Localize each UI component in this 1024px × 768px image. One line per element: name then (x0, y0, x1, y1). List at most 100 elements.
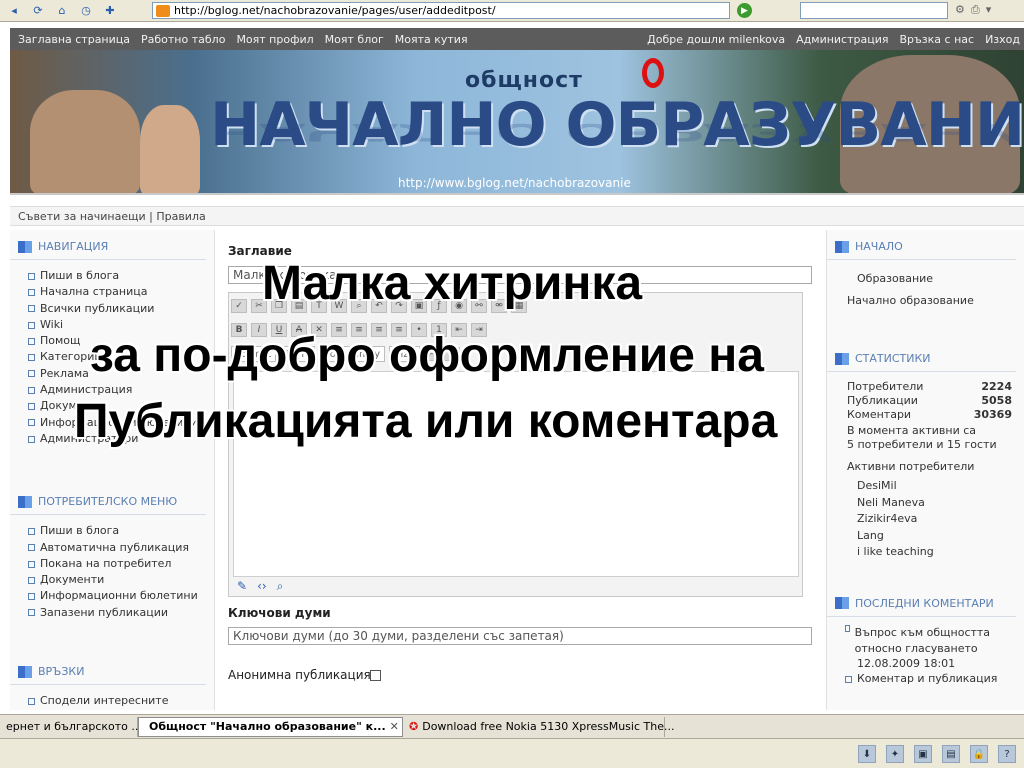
active-users-title: Активни потребители (847, 460, 975, 473)
list-item[interactable]: DesiMil (857, 478, 1024, 495)
stats-header: СТАТИСТИКИ (827, 342, 1016, 372)
caption-line-2: за по-добро оформление на (90, 329, 764, 382)
active-users-list: DesiMil Neli Maneva Zizikir4eva Lang i l… (827, 478, 1024, 561)
browser-tabs: ернет и българското ... Общност "Начално… (0, 714, 1024, 738)
start-link-primary[interactable]: Начално образование (827, 290, 1024, 312)
search-input[interactable] (800, 2, 948, 19)
keywords-input[interactable]: Ключови думи (до 30 думи, разделени със … (228, 627, 812, 645)
preview-icon[interactable]: ⌕ (277, 579, 284, 594)
site-banner: общност НАЧАЛНО ОБРАЗУВАНИЕ НАЧАЛНО ОБРА… (10, 50, 1024, 195)
nokia-favicon-icon: ✪ (409, 720, 419, 733)
comment-date: 12.08.2009 18:01 (857, 657, 956, 671)
nav-blog[interactable]: Моят блог (325, 33, 384, 46)
stat-posts: Публикации 5058 (847, 394, 1012, 407)
nav-admin[interactable]: Администрация (796, 33, 888, 46)
caption-line-1: Малка хитринка (262, 257, 643, 310)
active-now-text: В момента активни са (847, 424, 977, 437)
monitor-icon[interactable]: ▤ (942, 745, 960, 763)
network-icon[interactable]: ▣ (914, 745, 932, 763)
refresh-icon[interactable]: ⟳ (28, 3, 48, 19)
list-item[interactable]: Всички публикации (28, 301, 214, 317)
tools-icon[interactable]: ⚙ (955, 3, 965, 17)
menu-icon[interactable]: ▾ (986, 3, 992, 17)
comment-link[interactable]: Коментар и публикация (845, 671, 1024, 687)
close-tab-icon[interactable]: ✕ (390, 720, 399, 733)
help-icon[interactable]: ? (998, 745, 1016, 763)
banner-photo-kid (140, 105, 200, 193)
right-sidebar: НАЧАЛО Образование Начално образование С… (826, 230, 1024, 710)
comments-header: ПОСЛЕДНИ КОМЕНТАРИ (827, 587, 1016, 617)
nav-profile[interactable]: Моят профил (236, 33, 313, 46)
address-bar[interactable]: http://bglog.net/nachobrazovanie/pages/u… (152, 2, 730, 19)
banner-title-reflection: НАЧАЛНО ОБРАЗУВАНИЕ (210, 118, 1024, 146)
list-item[interactable]: Запазени публикации (28, 605, 214, 621)
list-item[interactable]: Пиши в блога (28, 523, 214, 539)
welcome-text: Добре дошли milenkova (647, 32, 786, 46)
print-icon[interactable]: ⎙ (971, 3, 980, 17)
stat-users: Потребители 2224 (847, 380, 1012, 393)
block-icon (835, 597, 849, 609)
status-bar: ⬇ ✦ ▣ ▤ 🔒 ? (0, 738, 1024, 768)
user-menu-list: Пиши в блога Автоматична публикация Пока… (10, 523, 214, 621)
active-counts: 5 потребители и 15 гости (847, 438, 997, 451)
list-item[interactable]: Автоматична публикация (28, 540, 214, 556)
bookmark-icon[interactable]: ✚ (100, 3, 120, 19)
start-header: НАЧАЛО (827, 230, 1016, 260)
nav-inbox[interactable]: Моята кутия (395, 33, 468, 46)
spellcheck-icon[interactable]: ✓ (231, 299, 247, 313)
home-icon[interactable]: ⌂ (52, 3, 72, 19)
links-list: Сподели интересните (10, 693, 214, 709)
address-text: http://bglog.net/nachobrazovanie/pages/u… (174, 4, 496, 17)
editor-footer: ✎ ‹› ⌕ (237, 579, 283, 594)
anonymous-checkbox[interactable] (370, 670, 381, 681)
left-sidebar: НАВИГАЦИЯ Пиши в блога Начална страница … (10, 230, 215, 710)
addon-icon[interactable]: ✦ (886, 745, 904, 763)
comment-link[interactable]: Въпрос към общността относно гласуването (845, 625, 995, 658)
nav-dashboard[interactable]: Работно табло (141, 33, 225, 46)
block-icon (18, 240, 32, 253)
html-source-icon[interactable]: ‹› (257, 579, 267, 594)
block-icon (835, 352, 849, 365)
stat-comments: Коментари 30369 (847, 408, 1012, 421)
caption-line-3: Публикацията или коментара (74, 395, 778, 448)
banner-photo-kids-left (30, 90, 140, 193)
list-item[interactable]: Покана на потребител (28, 556, 214, 572)
tab-1[interactable]: ернет и българското ... (0, 716, 142, 737)
navigation-header: НАВИГАЦИЯ (10, 230, 206, 260)
block-icon (18, 665, 32, 678)
pencil-icon[interactable]: ✎ (237, 579, 247, 594)
status-icons: ⬇ ✦ ▣ ▤ 🔒 ? (858, 745, 1016, 763)
start-link-education[interactable]: Образование (827, 268, 1024, 290)
nav-contact[interactable]: Връзка с нас (900, 33, 975, 46)
keywords-label: Ключови думи (228, 606, 331, 620)
banner-red-o (642, 58, 664, 88)
history-icon[interactable]: ◷ (76, 3, 96, 19)
list-item[interactable]: Zizikir4eva (857, 511, 1024, 528)
site-nav: Заглавна страница Работно табло Моят про… (10, 28, 1024, 50)
comments-list: Въпрос към общността относно гласуването (827, 625, 1024, 658)
list-item[interactable]: Информационни бюлетини (28, 588, 214, 604)
toolbar-extra-icons: ⚙ ⎙ ▾ (955, 3, 991, 17)
site-favicon-icon (156, 4, 170, 17)
list-item[interactable]: Пиши в блога (28, 268, 214, 284)
block-icon (835, 240, 849, 253)
list-item[interactable]: Сподели интересните (28, 693, 214, 709)
tab-2[interactable]: Общност "Начално образование" к... ✕ (138, 716, 403, 737)
back-icon[interactable]: ◂ (4, 3, 24, 19)
list-item[interactable]: i like teaching (857, 544, 1024, 561)
block-icon (18, 495, 32, 508)
banner-url: http://www.bglog.net/nachobrazovanie (398, 176, 631, 190)
go-button[interactable]: ▶ (737, 3, 752, 18)
list-item[interactable]: Документи (28, 572, 214, 588)
comments-list-next: Коментар и публикация (827, 671, 1024, 687)
list-item[interactable]: Lang (857, 528, 1024, 545)
list-item[interactable]: Neli Maneva (857, 495, 1024, 512)
nav-logout[interactable]: Изход (985, 33, 1020, 46)
links-header: ВРЪЗКИ (10, 655, 206, 686)
nav-home[interactable]: Заглавна страница (18, 33, 130, 46)
lock-icon[interactable]: 🔒 (970, 745, 988, 763)
list-item[interactable]: Начална страница (28, 284, 214, 300)
tab-3[interactable]: ✪ Download free Nokia 5130 XpressMusic T… (403, 716, 674, 737)
download-icon[interactable]: ⬇ (858, 745, 876, 763)
breadcrumb[interactable]: Съвети за начинаещи | Правила (10, 206, 1024, 226)
